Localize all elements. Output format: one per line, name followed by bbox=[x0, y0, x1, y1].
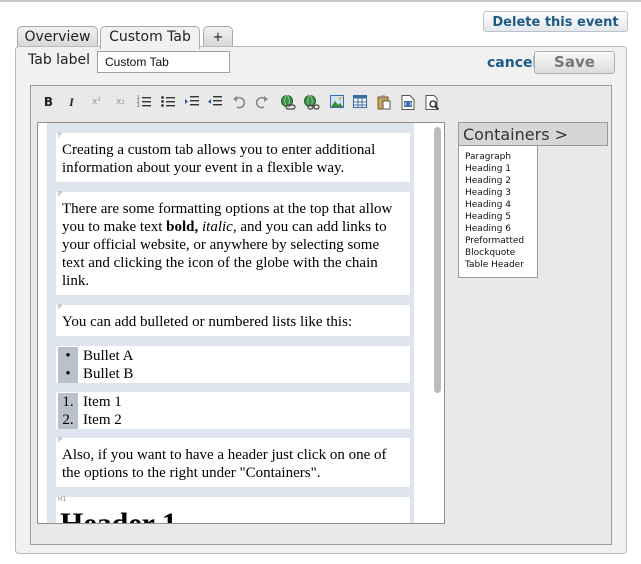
heading-block[interactable]: H1 Header 1 bbox=[56, 496, 410, 524]
container-option-paragraph[interactable]: Paragraph bbox=[465, 151, 537, 163]
link-globe-icon[interactable] bbox=[279, 93, 296, 111]
preview-icon[interactable] bbox=[424, 93, 441, 111]
tab-custom-tab[interactable]: Custom Tab bbox=[100, 26, 200, 49]
image-icon[interactable] bbox=[328, 93, 345, 111]
paragraph-tag: P bbox=[58, 132, 62, 139]
add-tab-button[interactable]: + bbox=[203, 26, 233, 48]
ordered-list-icon[interactable]: 123 bbox=[135, 93, 152, 111]
indent-icon[interactable] bbox=[183, 93, 200, 111]
paragraph-block[interactable]: P Creating a custom tab allows you to en… bbox=[56, 132, 410, 182]
list-item: 1. Item 1 bbox=[58, 393, 410, 411]
html-source-icon[interactable] bbox=[399, 93, 416, 111]
paragraph-text: Creating a custom tab allows you to ente… bbox=[62, 142, 376, 176]
container-option-blockquote[interactable]: Blockquote bbox=[465, 247, 537, 259]
delete-event-button[interactable]: Delete this event bbox=[483, 11, 628, 32]
tab-label-label: Tab label bbox=[28, 52, 91, 68]
container-option-preformatted[interactable]: Preformatted bbox=[465, 235, 537, 247]
container-option-table-header[interactable]: Table Header bbox=[465, 259, 537, 271]
containers-menu-toggle[interactable]: Containers > bbox=[458, 122, 608, 146]
bullet-icon: • bbox=[58, 365, 78, 383]
container-option-heading-6[interactable]: Heading 6 bbox=[465, 223, 537, 235]
paragraph-block[interactable]: P You can add bulleted or numbered lists… bbox=[56, 304, 410, 336]
tab-overview[interactable]: Overview bbox=[17, 26, 98, 48]
unordered-list-icon[interactable] bbox=[159, 93, 176, 111]
list-item: 2. Item 2 bbox=[58, 411, 410, 429]
paragraph-tag: P bbox=[58, 191, 62, 198]
editor-document: P Creating a custom tab allows you to en… bbox=[47, 123, 414, 524]
list-item: • Bullet A bbox=[58, 347, 410, 365]
table-icon[interactable] bbox=[351, 93, 368, 111]
redo-icon[interactable] bbox=[253, 93, 270, 111]
paste-icon[interactable] bbox=[375, 93, 392, 111]
editor-scroll-thumb[interactable] bbox=[434, 127, 441, 393]
bullet-icon: • bbox=[58, 347, 78, 365]
list-item: • Bullet B bbox=[58, 365, 410, 383]
save-button[interactable]: Save bbox=[534, 51, 615, 74]
superscript-icon[interactable]: x² bbox=[88, 93, 105, 111]
container-option-heading-2[interactable]: Heading 2 bbox=[465, 175, 537, 187]
top-divider bbox=[0, 0, 641, 2]
tab-label-input[interactable] bbox=[97, 51, 230, 73]
bold-button[interactable]: B bbox=[40, 93, 57, 111]
cancel-link[interactable]: cancel bbox=[487, 55, 537, 71]
paragraph-text: There are some formatting options at the… bbox=[62, 201, 393, 289]
container-option-heading-1[interactable]: Heading 1 bbox=[465, 163, 537, 175]
bullet-list[interactable]: • Bullet A • Bullet B bbox=[56, 346, 410, 383]
editor-content-area[interactable]: P Creating a custom tab allows you to en… bbox=[37, 122, 445, 524]
subscript-icon[interactable]: x₂ bbox=[112, 93, 129, 111]
container-option-heading-3[interactable]: Heading 3 bbox=[465, 187, 537, 199]
undo-icon[interactable] bbox=[230, 93, 247, 111]
bold-text: bold, bbox=[166, 219, 199, 235]
container-option-heading-4[interactable]: Heading 4 bbox=[465, 199, 537, 211]
heading-tag: H1 bbox=[58, 496, 67, 503]
paragraph-block[interactable]: P Also, if you want to have a header jus… bbox=[56, 437, 410, 487]
svg-text:3: 3 bbox=[137, 103, 140, 108]
italic-text: italic bbox=[202, 219, 233, 235]
outdent-icon[interactable] bbox=[206, 93, 223, 111]
italic-button[interactable]: I bbox=[63, 93, 80, 111]
heading-1-text: Header 1 bbox=[60, 507, 177, 524]
container-option-heading-5[interactable]: Heading 5 bbox=[465, 211, 537, 223]
unlink-globe-icon[interactable] bbox=[303, 93, 320, 111]
paragraph-text: You can add bulleted or numbered lists l… bbox=[62, 314, 353, 330]
numbered-list[interactable]: 1. Item 1 2. Item 2 bbox=[56, 392, 410, 429]
paragraph-text: Also, if you want to have a header just … bbox=[62, 447, 387, 481]
paragraph-tag: P bbox=[58, 304, 62, 311]
paragraph-block[interactable]: P There are some formatting options at t… bbox=[56, 191, 410, 295]
paragraph-tag: P bbox=[58, 437, 62, 444]
containers-list: Paragraph Heading 1 Heading 2 Heading 3 … bbox=[458, 146, 538, 278]
